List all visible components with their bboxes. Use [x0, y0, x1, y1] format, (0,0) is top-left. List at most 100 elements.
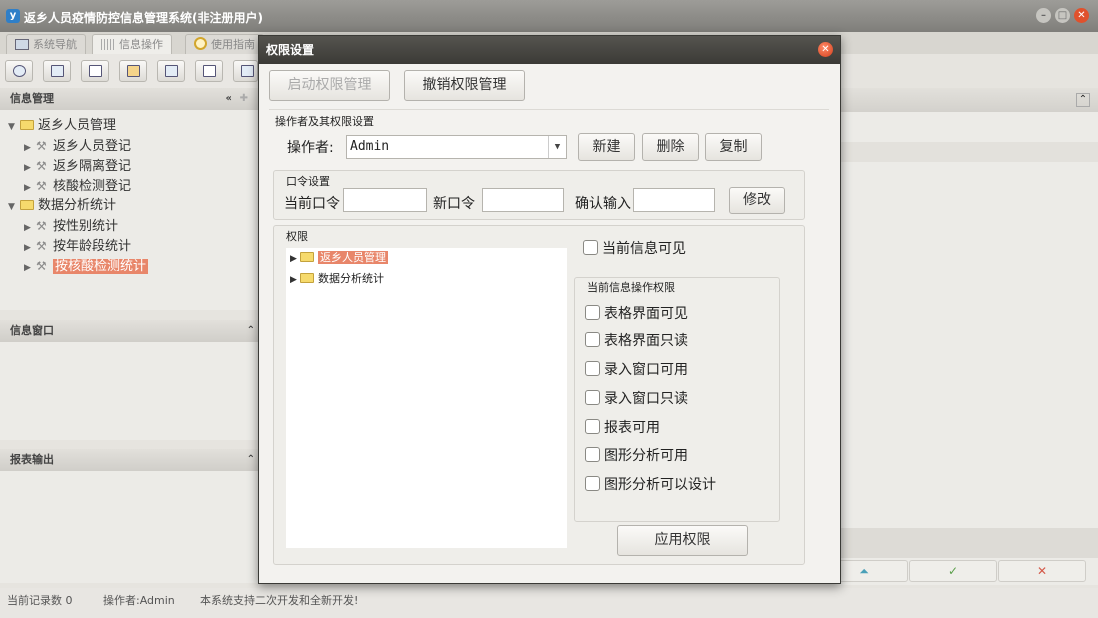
collapsed-arrow-icon: ▶ — [24, 183, 31, 193]
export-icon — [203, 65, 216, 77]
current-password-label: 当前口令 — [284, 196, 340, 212]
tree-item-returnee-register[interactable]: ▶ ⚒ 返乡人员登记 — [24, 136, 131, 156]
tree-item-data-stats[interactable]: ▼ 数据分析统计 — [8, 196, 116, 216]
confirm-password-label: 确认输入 — [575, 196, 631, 212]
start-permission-button[interactable]: 启动权限管理 — [269, 70, 390, 101]
modify-button[interactable]: 修改 — [729, 187, 785, 214]
ops-checkbox-table-readonly[interactable]: 表格界面只读 — [585, 331, 688, 351]
tools-icon: ⚒ — [36, 139, 47, 153]
panel-title: 报表输出 — [10, 453, 54, 466]
tab-label: 信息操作 — [119, 38, 163, 51]
search-tool-button[interactable] — [5, 60, 33, 82]
tab-user-guide[interactable]: 使用指南 — [185, 34, 264, 54]
checkbox-label: 录入窗口只读 — [604, 391, 688, 407]
tree-item-gender-stats[interactable]: ▶ ⚒ 按性别统计 — [24, 216, 118, 236]
list-tool-button[interactable] — [43, 60, 71, 82]
window-tool-button[interactable] — [157, 60, 185, 82]
record-count: 当前记录数 0 — [7, 594, 73, 607]
confirm-password-input[interactable] — [633, 188, 715, 212]
new-password-input[interactable] — [482, 188, 564, 212]
grid-footer — [840, 528, 1098, 558]
expanded-arrow-icon: ▼ — [8, 122, 15, 132]
ops-checkbox-entry-readonly[interactable]: 录入窗口只读 — [585, 389, 688, 409]
tree-item-label: 按年龄段统计 — [53, 239, 132, 254]
checkbox-box — [583, 240, 598, 255]
tree-item-returnee-mgmt[interactable]: ▼ 返乡人员管理 — [8, 116, 116, 136]
chevron-up-icon[interactable]: ⌃ — [1076, 93, 1090, 107]
grid-icon — [101, 39, 115, 50]
collapsed-arrow-icon: ▶ — [24, 143, 31, 153]
tab-info-ops[interactable]: 信息操作 — [92, 34, 172, 54]
permission-tree[interactable]: ▶ 返乡人员管理 ▶ 数据分析统计 — [286, 248, 567, 548]
tools-icon: ⚒ — [36, 239, 47, 253]
tools-icon: ⚒ — [36, 159, 47, 173]
ops-checkbox-report-enabled[interactable]: 报表可用 — [585, 418, 660, 438]
apply-permission-button[interactable]: 应用权限 — [617, 525, 748, 556]
dialog-close-icon[interactable]: ✕ — [818, 42, 833, 57]
collapse-left-icon[interactable]: « — [226, 93, 232, 105]
checkbox-box — [585, 390, 600, 405]
ops-checkbox-chart-enabled[interactable]: 图形分析可用 — [585, 446, 688, 466]
users-tool-button[interactable] — [119, 60, 147, 82]
minimize-button[interactable]: – — [1036, 8, 1051, 23]
maximize-button[interactable]: □ — [1055, 8, 1070, 23]
tree-item-label: 返乡人员管理 — [38, 118, 117, 133]
collapsed-arrow-icon: ▶ — [290, 275, 297, 285]
cancel-button[interactable]: ✕ — [998, 560, 1086, 582]
panel-title: 信息窗口 — [10, 324, 54, 337]
document-tool-button[interactable] — [81, 60, 109, 82]
tab-system-nav[interactable]: 系统导航 — [6, 34, 86, 54]
ops-checkbox-table-visible[interactable]: 表格界面可见 — [585, 304, 688, 324]
dropdown-arrow-icon[interactable]: ▼ — [548, 136, 566, 158]
tree-item-label: 核酸检测登记 — [53, 179, 132, 194]
tree-item-label: 按性别统计 — [53, 219, 119, 234]
collapsed-arrow-icon: ▶ — [24, 263, 31, 273]
main-area-header: ⌃ — [840, 88, 1098, 112]
print-icon — [241, 65, 254, 77]
close-button[interactable]: ✕ — [1074, 8, 1089, 23]
operator-group-label: 操作者及其权限设置 — [275, 115, 374, 128]
checkbox-label: 表格界面可见 — [604, 306, 688, 322]
ops-checkbox-entry-enabled[interactable]: 录入窗口可用 — [585, 360, 688, 380]
checkbox-label: 录入窗口可用 — [604, 362, 688, 378]
main-area: ⌃ — [840, 88, 1098, 585]
checkbox-label: 当前信息可见 — [602, 241, 686, 257]
add-icon[interactable]: ✚ — [240, 93, 248, 105]
collapsed-arrow-icon: ▶ — [24, 223, 31, 233]
perm-tree-item-data-stats[interactable]: ▶ 数据分析统计 — [290, 271, 384, 287]
checkbox-box — [585, 447, 600, 462]
perm-tree-item-returnee-mgmt[interactable]: ▶ 返乡人员管理 — [290, 250, 388, 266]
operator-select[interactable]: Admin ▼ — [346, 135, 567, 159]
current-visible-checkbox[interactable]: 当前信息可见 — [583, 239, 686, 259]
search-icon — [13, 65, 26, 77]
checkbox-label: 表格界面只读 — [604, 333, 688, 349]
separator — [269, 109, 829, 110]
copy-button[interactable]: 复制 — [705, 133, 762, 161]
chevron-up-icon[interactable]: ⌃ — [247, 325, 255, 337]
dialog-title: 权限设置 — [266, 43, 315, 57]
chevron-up-icon[interactable]: ⌃ — [247, 454, 255, 466]
collapsed-arrow-icon: ▶ — [24, 243, 31, 253]
current-password-input[interactable] — [343, 188, 427, 212]
folder-icon — [300, 273, 314, 283]
info-window-body — [0, 342, 258, 440]
checkbox-box — [585, 419, 600, 434]
perm-tree-label: 返乡人员管理 — [318, 251, 388, 264]
revoke-permission-button[interactable]: 撤销权限管理 — [404, 70, 525, 101]
ops-checkbox-chart-design[interactable]: 图形分析可以设计 — [585, 475, 716, 495]
new-button[interactable]: 新建 — [578, 133, 635, 161]
title-bar: y 返乡人员疫情防控信息管理系统(非注册用户) – □ ✕ — [0, 0, 1098, 32]
tree-item-quarantine-register[interactable]: ▶ ⚒ 返乡隔离登记 — [24, 156, 131, 176]
folder-icon — [20, 120, 34, 130]
export-tool-button[interactable] — [195, 60, 223, 82]
tree-item-test-stats[interactable]: ▶ ⚒ 按核酸检测统计 — [24, 256, 149, 276]
print-tool-button[interactable] — [233, 60, 258, 82]
checkbox-box — [585, 476, 600, 491]
tree-item-age-stats[interactable]: ▶ ⚒ 按年龄段统计 — [24, 236, 131, 256]
tree-item-test-register[interactable]: ▶ ⚒ 核酸检测登记 — [24, 176, 131, 196]
confirm-button[interactable]: ✓ — [909, 560, 997, 582]
delete-button[interactable]: 删除 — [642, 133, 699, 161]
tree-item-label: 数据分析统计 — [38, 198, 117, 213]
toolbar — [0, 54, 258, 88]
document-icon — [89, 65, 102, 77]
